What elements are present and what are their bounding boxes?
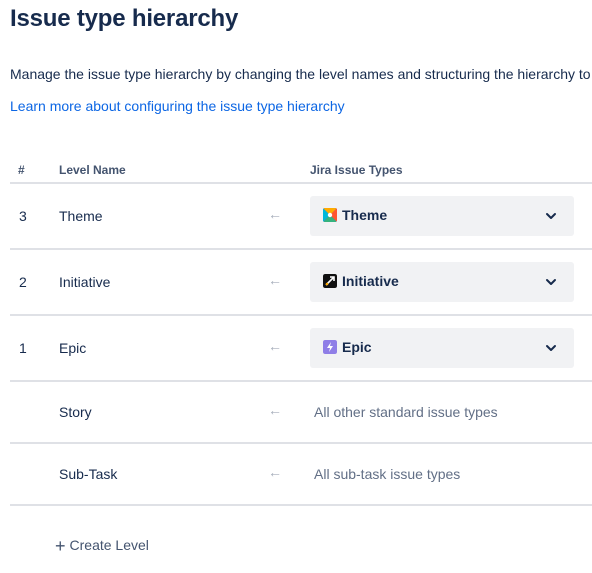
header-number: #	[18, 163, 25, 177]
issue-type-value: Epic	[342, 339, 372, 355]
issue-type-value: Initiative	[342, 273, 399, 289]
hierarchy-table: # Level Name Jira Issue Types 3 Theme ←	[10, 155, 592, 506]
chevron-down-icon	[546, 213, 556, 219]
initiative-icon	[323, 274, 337, 288]
create-level-label: Create Level	[69, 537, 149, 553]
level-name: Theme	[59, 208, 103, 224]
epic-icon	[323, 340, 337, 354]
issue-type-value: Theme	[342, 207, 388, 223]
issue-type-select-theme[interactable]: Theme	[310, 196, 574, 236]
table-row: Sub-Task ← All sub-task issue types	[10, 444, 592, 506]
table-row: 1 Epic ← Epic	[10, 316, 592, 382]
table-row: 3 Theme ← Theme	[10, 184, 592, 250]
arrow-left-icon: ←	[268, 272, 282, 288]
create-level-button[interactable]: + Create Level	[55, 536, 149, 557]
issue-types-text: All other standard issue types	[314, 404, 498, 420]
theme-icon	[323, 208, 337, 222]
level-number: 3	[19, 208, 27, 224]
arrow-left-icon: ←	[268, 206, 282, 222]
chevron-down-icon	[546, 345, 556, 351]
page-title: Issue type hierarchy	[10, 5, 239, 32]
learn-more-link[interactable]: Learn more about configuring the issue t…	[10, 98, 345, 114]
table-row: Story ← All other standard issue types	[10, 382, 592, 444]
page-description: Manage the issue type hierarchy by chang…	[10, 66, 591, 82]
table-row: 2 Initiative ← Initiative	[10, 250, 592, 316]
header-level-name: Level Name	[59, 163, 126, 177]
level-name: Sub-Task	[59, 466, 118, 482]
level-number: 2	[19, 274, 27, 290]
arrow-left-icon: ←	[268, 402, 282, 418]
chevron-down-icon	[546, 279, 556, 285]
arrow-left-icon: ←	[268, 338, 282, 354]
issue-types-text: All sub-task issue types	[314, 466, 461, 482]
issue-type-select-epic[interactable]: Epic	[310, 328, 574, 368]
header-jira-issue-types: Jira Issue Types	[310, 163, 403, 177]
issue-type-select-initiative[interactable]: Initiative	[310, 262, 574, 302]
arrow-left-icon: ←	[268, 464, 282, 480]
plus-icon: +	[55, 536, 66, 556]
level-name: Story	[59, 404, 92, 420]
level-number: 1	[19, 340, 27, 356]
table-header: # Level Name Jira Issue Types	[10, 155, 592, 184]
level-name: Initiative	[59, 274, 111, 290]
level-name: Epic	[59, 340, 87, 356]
